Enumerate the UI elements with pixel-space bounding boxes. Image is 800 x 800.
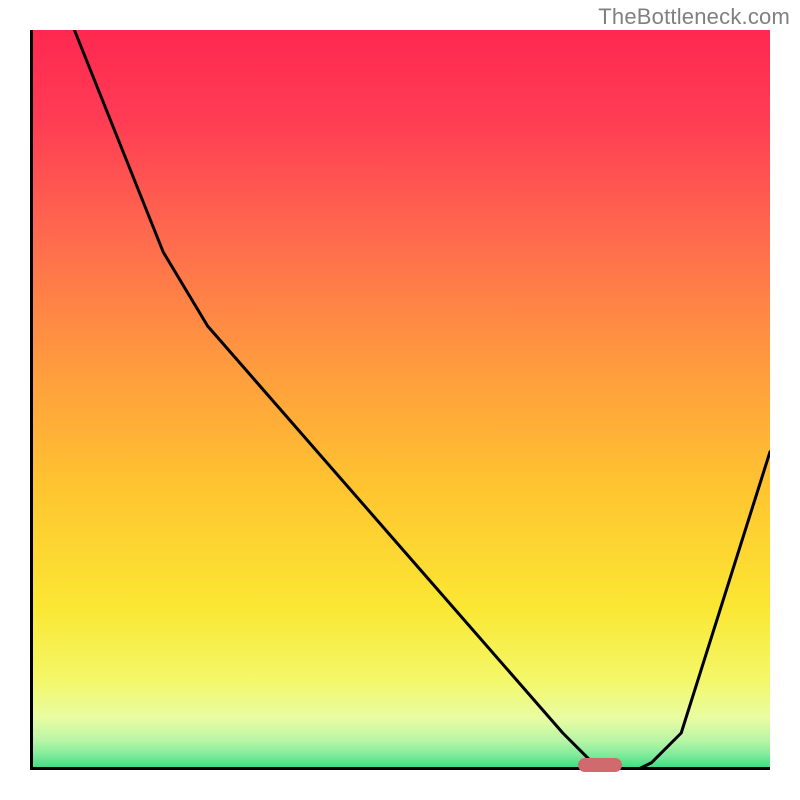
watermark-text: TheBottleneck.com xyxy=(598,4,790,30)
axes-frame xyxy=(30,30,770,770)
minimum-marker xyxy=(578,758,622,772)
chart-container: TheBottleneck.com xyxy=(0,0,800,800)
